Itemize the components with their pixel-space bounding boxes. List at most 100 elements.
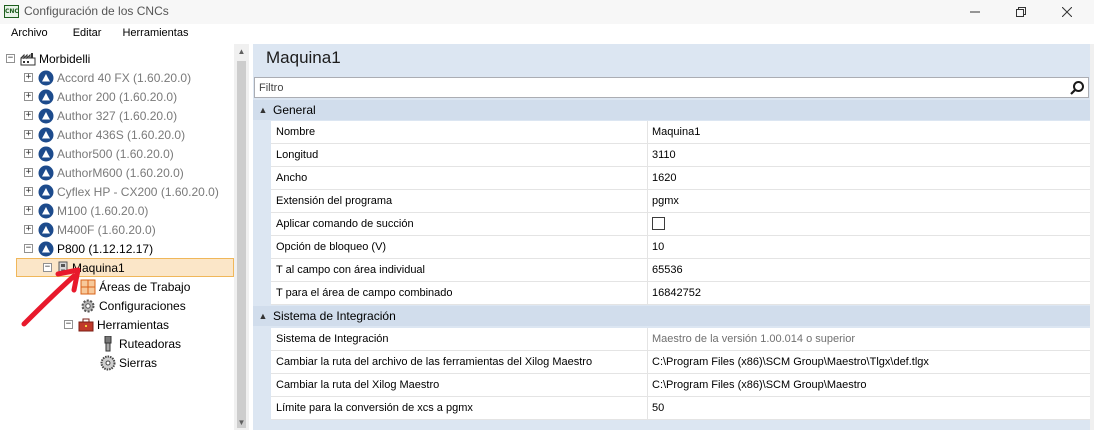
tree-node-machine[interactable]: + M100 (1.60.20.0) xyxy=(24,201,148,220)
expand-icon[interactable]: + xyxy=(24,187,33,196)
tree-label: Author 327 (1.60.20.0) xyxy=(57,108,178,123)
expand-icon[interactable]: + xyxy=(24,168,33,177)
cnc-logo-icon xyxy=(38,203,54,219)
property-name: Aplicar comando de succión xyxy=(271,213,648,235)
property-name: Ancho xyxy=(271,167,648,189)
tree-label: Author500 (1.60.20.0) xyxy=(57,146,174,161)
tree-node-machine[interactable]: + Author500 (1.60.20.0) xyxy=(24,144,174,163)
property-row: Cambiar la ruta del archivo de las ferra… xyxy=(271,351,1090,374)
expand-icon[interactable]: + xyxy=(24,73,33,82)
expand-icon[interactable]: + xyxy=(24,149,33,158)
cnc-logo-icon xyxy=(38,165,54,181)
window-bottom-edge xyxy=(0,430,1094,436)
close-icon xyxy=(1062,7,1072,17)
section-label: General xyxy=(273,103,316,117)
filter-input[interactable] xyxy=(259,80,1049,95)
tree-node-configuraciones[interactable]: Configuraciones xyxy=(80,296,186,315)
search-icon[interactable] xyxy=(1069,80,1085,96)
menu-herramientas[interactable]: Herramientas xyxy=(122,24,188,44)
property-value[interactable]: 16842752 xyxy=(649,282,1090,304)
minimize-button[interactable] xyxy=(952,0,998,24)
property-value[interactable]: C:\Program Files (x86)\SCM Group\Maestro… xyxy=(649,351,1090,373)
property-value[interactable]: 1620 xyxy=(649,167,1090,189)
property-panel: Maquina1 ▲ General Nombre Maquina1 Longi… xyxy=(253,44,1090,430)
property-value: Maestro de la versión 1.00.014 o superio… xyxy=(652,333,856,345)
cnc-logo-icon xyxy=(38,146,54,162)
tree-node-machine[interactable]: + Author 436S (1.60.20.0) xyxy=(24,125,185,144)
tree-node-machine[interactable]: + Author 327 (1.60.20.0) xyxy=(24,106,177,125)
tree-node-machine[interactable]: + Author 200 (1.60.20.0) xyxy=(24,87,177,106)
close-button[interactable] xyxy=(1044,0,1090,24)
property-row: T para el área de campo combinado 168427… xyxy=(271,282,1090,305)
tree-node-p800[interactable]: − P800 (1.12.12.17) xyxy=(24,239,153,258)
property-value[interactable]: pgmx xyxy=(649,190,1090,212)
property-row: T al campo con área individual 65536 xyxy=(271,259,1090,282)
collapse-icon[interactable]: − xyxy=(24,244,33,253)
tree-node-machine[interactable]: + Accord 40 FX (1.60.20.0) xyxy=(24,68,191,87)
succion-checkbox[interactable] xyxy=(652,217,665,230)
tree-node-sierras[interactable]: Sierras xyxy=(100,353,157,372)
menu-bar: Archivo Editar Herramientas xyxy=(0,24,1094,44)
title-bar: CNC Configuración de los CNCs xyxy=(0,0,1094,24)
property-name: Cambiar la ruta del archivo de las ferra… xyxy=(271,351,648,373)
tree-node-ruteadoras[interactable]: Ruteadoras xyxy=(100,334,181,353)
property-value xyxy=(649,213,1090,235)
scrollbar-thumb[interactable] xyxy=(237,61,246,428)
tree-label: M400F (1.60.20.0) xyxy=(57,222,156,237)
window-title: Configuración de los CNCs xyxy=(24,4,169,18)
saw-blade-icon xyxy=(100,355,116,371)
section-general[interactable]: ▲ General xyxy=(253,100,1090,120)
tree-label: M100 (1.60.20.0) xyxy=(57,203,149,218)
tree-node-areas-trabajo[interactable]: Áreas de Trabajo xyxy=(80,277,190,296)
cnc-logo-icon xyxy=(38,184,54,200)
tree-label: AuthorM600 (1.60.20.0) xyxy=(57,165,184,180)
panel-scrollbar[interactable] xyxy=(1090,44,1094,430)
property-value[interactable]: 10 xyxy=(649,236,1090,258)
scroll-up-icon[interactable]: ▲ xyxy=(234,44,249,59)
tree-label: Herramientas xyxy=(97,317,170,332)
menu-archivo[interactable]: Archivo xyxy=(11,24,48,44)
tree-node-machine[interactable]: + Cyflex HP - CX200 (1.60.20.0) xyxy=(24,182,219,201)
scroll-down-icon[interactable]: ▼ xyxy=(234,415,249,430)
chevron-up-icon[interactable]: ▲ xyxy=(253,105,273,115)
property-name: Opción de bloqueo (V) xyxy=(271,236,648,258)
page-title: Maquina1 xyxy=(266,48,341,67)
cnc-logo-icon xyxy=(38,89,54,105)
section-sistema-integracion[interactable]: ▲ Sistema de Integración xyxy=(253,306,1090,326)
tree-label: Author 200 (1.60.20.0) xyxy=(57,89,178,104)
tree-scrollbar[interactable]: ▲ ▼ xyxy=(234,44,249,430)
chevron-up-icon[interactable]: ▲ xyxy=(253,311,273,321)
property-name: T al campo con área individual xyxy=(271,259,648,281)
expand-icon[interactable]: + xyxy=(24,225,33,234)
cnc-logo-icon xyxy=(38,241,54,257)
app-icon: CNC xyxy=(4,5,19,18)
tree-label: Configuraciones xyxy=(99,298,186,313)
minimize-icon xyxy=(970,11,980,13)
property-name: Nombre xyxy=(271,121,648,143)
property-value[interactable]: 65536 xyxy=(649,259,1090,281)
expand-icon[interactable]: + xyxy=(24,206,33,215)
tree-node-machine[interactable]: + M400F (1.60.20.0) xyxy=(24,220,156,239)
property-value[interactable]: C:\Program Files (x86)\SCM Group\Maestro xyxy=(649,374,1090,396)
expand-icon[interactable]: + xyxy=(24,130,33,139)
property-row: Extensión del programa pgmx xyxy=(271,190,1090,213)
collapse-icon[interactable]: − xyxy=(6,54,15,63)
property-row: Cambiar la ruta del Xilog Maestro C:\Pro… xyxy=(271,374,1090,397)
property-name: Límite para la conversión de xcs a pgmx xyxy=(271,397,648,419)
tree-node-morbidelli[interactable]: − Morbidelli xyxy=(6,49,90,68)
property-row: Opción de bloqueo (V) 10 xyxy=(271,236,1090,259)
tree-label: Morbidelli xyxy=(39,51,91,66)
property-row: Longitud 3110 xyxy=(271,144,1090,167)
menu-editar[interactable]: Editar xyxy=(73,24,102,44)
property-value[interactable]: Maquina1 xyxy=(649,121,1090,143)
restore-button[interactable] xyxy=(998,0,1044,24)
property-name: Longitud xyxy=(271,144,648,166)
machine-tree: − Morbidelli + Accord 40 FX (1.60.20.0) … xyxy=(2,44,234,430)
expand-icon[interactable]: + xyxy=(24,92,33,101)
cnc-logo-icon xyxy=(38,108,54,124)
expand-icon[interactable]: + xyxy=(24,111,33,120)
property-value[interactable]: 50 xyxy=(649,397,1090,419)
property-value[interactable]: 3110 xyxy=(649,144,1090,166)
tree-label: Áreas de Trabajo xyxy=(99,279,191,294)
tree-node-machine[interactable]: + AuthorM600 (1.60.20.0) xyxy=(24,163,184,182)
